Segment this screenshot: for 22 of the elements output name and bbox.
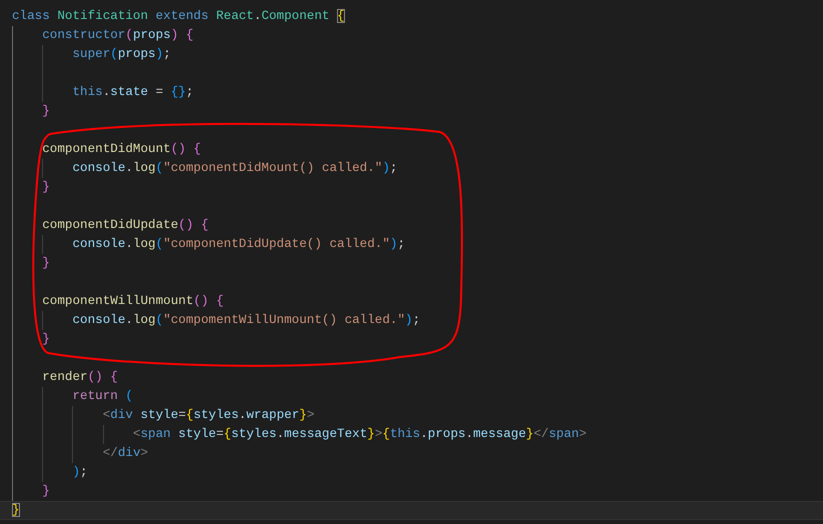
code-line: return ( (72, 388, 133, 405)
code-line: } (42, 179, 50, 196)
code-line: class Notification extends React.Component { (12, 8, 345, 25)
code-line: <div style={styles.wrapper}> (102, 407, 314, 424)
code-line: componentDidMount() { (42, 141, 201, 158)
code-line: <span style={styles.messageText}>{this.props.message}</span> (132, 426, 587, 443)
code-line: this.state = {}; (72, 84, 194, 101)
code-line: render() { (42, 369, 118, 386)
code-line: } (42, 103, 50, 120)
code-line: } (42, 331, 50, 348)
code-line: ); (72, 464, 88, 481)
code-line: } (42, 483, 50, 500)
code-line: super(props); (72, 46, 171, 63)
code-line: console.log("compomentWillUnmount() called."); (72, 312, 420, 329)
code-line: </div> (102, 445, 148, 462)
code-line: console.log("componentDidMount() called."); (72, 160, 398, 177)
code-line: componentWillUnmount() { (42, 293, 224, 310)
code-line: componentDidUpdate() { (42, 217, 209, 234)
code-line: } (12, 502, 20, 519)
code-line: console.log("componentDidUpdate() called."); (72, 236, 406, 253)
code-line: } (42, 255, 50, 272)
code-line: constructor(props) { (42, 27, 194, 44)
